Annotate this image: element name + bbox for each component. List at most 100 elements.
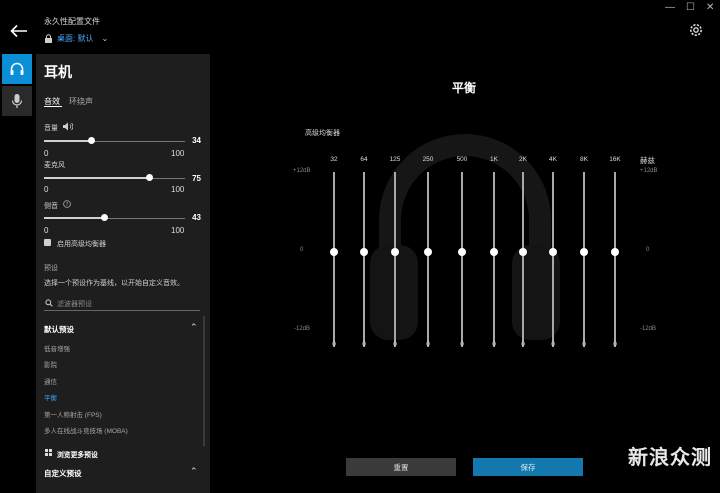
volume-min: 0 <box>44 149 49 158</box>
filter-presets-input[interactable]: 滤波器预设 <box>57 299 92 309</box>
microphone-min: 0 <box>44 185 49 194</box>
volume-icon <box>63 122 73 131</box>
sidetone-slider-handle[interactable] <box>101 214 109 221</box>
eq-slider-track[interactable] <box>552 172 554 347</box>
advanced-eq-title: 高级均衡器 <box>305 130 340 137</box>
preset-moba[interactable]: 多人在线战斗竞技场 (MOBA) <box>44 425 128 435</box>
chevron-up-icon[interactable]: ⌃ <box>190 466 198 477</box>
db-bottom-left: -12dB <box>294 326 311 332</box>
chevron-up-icon[interactable]: ⌃ <box>190 322 198 333</box>
profile-selector[interactable]: 桌面: 默认 ⌄ <box>44 33 108 44</box>
eq-band-value: 0 <box>426 341 430 348</box>
volume-slider-fill <box>44 140 92 142</box>
eq-slider-handle[interactable] <box>360 248 368 256</box>
eq-freq-label: 1K <box>490 156 498 163</box>
volume-label: 音量 <box>44 125 58 132</box>
eq-freq-label: 8K <box>580 156 588 163</box>
microphone-icon <box>11 94 23 108</box>
eq-freq-label: 500 <box>456 156 468 163</box>
sidetone-slider-fill <box>44 217 105 219</box>
sidetone-max: 100 <box>171 226 185 235</box>
eq-freq-label: 16K <box>609 156 621 163</box>
eq-slider-handle[interactable] <box>391 248 399 256</box>
sidetone-min: 0 <box>44 226 49 235</box>
eq-band-value: 0 <box>582 341 586 348</box>
headset-icon <box>10 62 24 75</box>
eq-slider-handle[interactable] <box>424 248 432 256</box>
microphone-slider-handle[interactable] <box>146 174 154 181</box>
eq-slider-handle[interactable] <box>611 248 619 256</box>
volume-slider-handle[interactable] <box>88 137 96 144</box>
eq-slider-track[interactable] <box>493 172 495 347</box>
eq-band-value: 0 <box>362 341 366 348</box>
preset-balanced[interactable]: 平衡 <box>44 392 57 402</box>
help-icon[interactable]: ? <box>63 200 71 208</box>
eq-slider-handle[interactable] <box>490 248 498 256</box>
microphone-slider-fill <box>44 177 150 179</box>
save-button[interactable]: 保存 <box>473 458 583 476</box>
panel-title: 耳机 <box>44 64 72 80</box>
rail-headset-button[interactable] <box>2 54 32 84</box>
sidetone-label: 侧音 <box>44 203 58 210</box>
preset-communication[interactable]: 通信 <box>44 376 57 386</box>
custom-presets-header[interactable]: 自定义预设 <box>44 468 82 479</box>
gear-icon[interactable] <box>688 22 704 38</box>
filter-input-underline <box>44 310 200 311</box>
grid-icon <box>45 449 52 456</box>
eq-freq-label: 4K <box>549 156 557 163</box>
eq-slider-track[interactable] <box>583 172 585 347</box>
db-mid-right: 0 <box>646 247 650 253</box>
eq-band-value: 0 <box>393 341 397 348</box>
eq-freq-label: 2K <box>519 156 527 163</box>
db-top-right: +12dB <box>640 168 658 174</box>
eq-slider-track[interactable] <box>427 172 429 347</box>
eq-band-value: 0 <box>332 341 336 348</box>
presets-label: 预设 <box>44 265 58 272</box>
eq-slider-track[interactable] <box>394 172 396 347</box>
rail-microphone-button[interactable] <box>2 86 32 116</box>
eq-slider-handle[interactable] <box>458 248 466 256</box>
back-arrow-icon[interactable] <box>10 24 28 38</box>
panel-scrollbar[interactable] <box>203 316 205 446</box>
microphone-label: 麦克风 <box>44 162 65 169</box>
eq-slider-track[interactable] <box>522 172 524 347</box>
presets-hint: 选择一个预设作为基线，以开始自定义音效。 <box>44 280 184 287</box>
eq-slider-handle[interactable] <box>330 248 338 256</box>
advanced-eq-label: 启用高级均衡器 <box>57 241 106 248</box>
close-button[interactable]: ✕ <box>706 2 714 13</box>
tab-active-indicator <box>44 106 62 107</box>
preset-cinema[interactable]: 影院 <box>44 359 57 369</box>
svg-text:?: ? <box>66 202 69 208</box>
eq-slider-track[interactable] <box>363 172 365 347</box>
preset-title: 平衡 <box>452 81 477 95</box>
chevron-down-icon: ⌄ <box>101 34 109 43</box>
eq-slider-handle[interactable] <box>519 248 527 256</box>
eq-freq-label: 250 <box>422 156 434 163</box>
eq-slider-track[interactable] <box>461 172 463 347</box>
eq-slider-track[interactable] <box>333 172 335 347</box>
browse-more-presets-button[interactable]: 浏览更多预设 <box>57 449 98 459</box>
eq-slider-track[interactable] <box>614 172 616 347</box>
profile-name: 桌面: 默认 <box>57 34 94 43</box>
reset-button[interactable]: 重置 <box>346 458 456 476</box>
eq-slider-handle[interactable] <box>549 248 557 256</box>
advanced-eq-checkbox[interactable] <box>44 239 51 251</box>
db-top-left: +12dB <box>293 168 311 174</box>
check-icon <box>44 246 51 251</box>
settings-panel: 耳机 音效 环绕声 音量 34 0 100 麦克风 75 0 100 侧音 ? … <box>36 54 210 493</box>
hertz-label: 赫兹 <box>640 156 655 165</box>
eq-band-value: 0 <box>613 341 617 348</box>
volume-max: 100 <box>171 149 185 158</box>
preset-fps[interactable]: 第一人称射击 (FPS) <box>44 409 102 419</box>
maximize-button[interactable]: ☐ <box>686 2 695 13</box>
db-mid-left: 0 <box>300 247 304 253</box>
tab-surround[interactable]: 环绕声 <box>69 96 93 107</box>
microphone-max: 100 <box>171 185 185 194</box>
eq-slider-handle[interactable] <box>580 248 588 256</box>
minimize-button[interactable]: — <box>665 2 675 13</box>
search-icon <box>45 299 53 307</box>
preset-bass-boost[interactable]: 低音增强 <box>44 343 70 353</box>
eq-freq-label: 125 <box>389 156 401 163</box>
default-presets-header[interactable]: 默认预设 <box>44 324 74 335</box>
eq-band-value: 0 <box>521 341 525 348</box>
